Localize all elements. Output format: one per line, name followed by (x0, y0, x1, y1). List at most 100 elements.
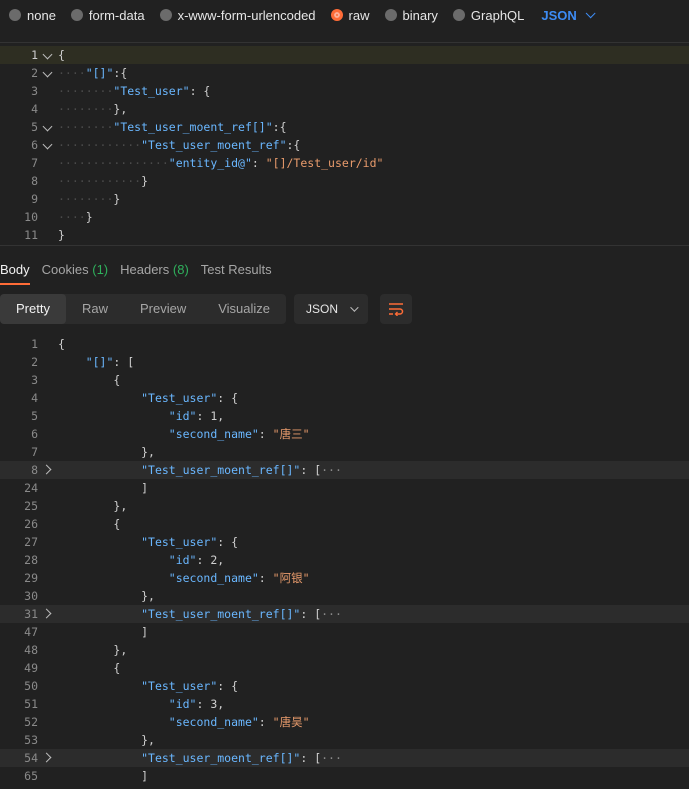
line-number: 29 (24, 571, 38, 585)
line-number: 5 (31, 120, 38, 134)
line-number: 51 (24, 697, 38, 711)
raw-language-dropdown[interactable]: JSON (541, 8, 596, 23)
code-line: 31 "Test_user_moent_ref[]": [··· (0, 605, 689, 623)
code-line: 4 ········}, (0, 100, 689, 118)
line-number: 28 (24, 553, 38, 567)
radio-binary[interactable]: binary (384, 7, 438, 23)
radio-label: x-www-form-urlencoded (177, 7, 316, 23)
code-line: 10 ····} (0, 208, 689, 226)
view-visualize-button[interactable]: Visualize (202, 294, 286, 324)
code-line: 49 { (0, 659, 689, 677)
code-text: "id": 3, (168, 697, 225, 711)
view-raw-button[interactable]: Raw (66, 294, 124, 324)
line-number: 25 (24, 499, 38, 513)
code-line: 7 }, (0, 443, 689, 461)
code-text: ········}, (58, 102, 128, 116)
line-number: 1 (31, 48, 38, 62)
code-text: { (113, 373, 121, 387)
fold-chevron-icon[interactable] (42, 121, 53, 132)
line-number: 30 (24, 589, 38, 603)
radio-icon (70, 9, 83, 21)
tab-headers[interactable]: Headers (8) (120, 256, 189, 286)
code-text: "second_name": "唐昊" (168, 715, 310, 729)
line-number: 6 (31, 427, 38, 441)
code-text: ] (141, 625, 149, 639)
tab-label: Cookies (41, 262, 89, 277)
line-number: 11 (24, 228, 38, 242)
response-body-viewer[interactable]: 1{2 "[]": [3 {4 "Test_user": {5 "id": 1,… (0, 335, 689, 789)
code-text: { (58, 48, 65, 62)
line-number: 7 (31, 156, 38, 170)
fold-chevron-icon[interactable] (42, 67, 53, 78)
code-text: "Test_user": { (141, 679, 239, 693)
request-body-editor[interactable]: 1{2 ····"[]":{3 ········"Test_user": {4 ···… (0, 42, 689, 246)
response-format-dropdown[interactable]: JSON (294, 294, 369, 324)
code-text: "Test_user_moent_ref[]": [··· (141, 463, 342, 477)
tab-count: (8) (172, 262, 189, 277)
code-line: 1{ (0, 335, 689, 353)
response-tabs: Body Cookies (1) Headers (8) Test Result… (0, 256, 284, 286)
code-line: 27 "Test_user": { (0, 533, 689, 551)
code-line: 48 }, (0, 641, 689, 659)
line-number: 8 (31, 174, 38, 188)
fold-chevron-icon[interactable] (42, 49, 53, 60)
code-text: { (58, 337, 65, 351)
code-line: 1{ (0, 46, 689, 64)
tab-body[interactable]: Body (0, 256, 30, 285)
code-text: ················"entity_id@": "[]/Test_u… (58, 156, 384, 170)
code-text: ····"[]":{ (58, 66, 128, 80)
line-number: 24 (24, 481, 38, 495)
line-number: 26 (24, 517, 38, 531)
line-number: 31 (24, 607, 38, 621)
radio-urlencoded[interactable]: x-www-form-urlencoded (159, 7, 316, 23)
line-number: 9 (31, 192, 38, 206)
code-line: 4 "Test_user": { (0, 389, 689, 407)
expand-chevron-icon[interactable] (41, 752, 52, 763)
radio-graphql[interactable]: GraphQL (452, 8, 524, 23)
code-text: "id": 1, (168, 409, 225, 423)
code-line: 54 "Test_user_moent_ref[]": [··· (0, 749, 689, 767)
line-number: 1 (31, 337, 38, 351)
code-text: }, (113, 643, 128, 657)
code-text: ············"Test_user_moent_ref":{ (58, 138, 301, 152)
code-line: 2 ····"[]":{ (0, 64, 689, 82)
code-line: 29 "second_name": "阿银" (0, 569, 689, 587)
line-number: 50 (24, 679, 38, 693)
body-type-bar: none form-data x-www-form-urlencoded raw… (0, 0, 689, 30)
view-preview-button[interactable]: Preview (124, 294, 202, 324)
code-text: } (58, 228, 65, 242)
radio-label: binary (402, 7, 438, 23)
fold-chevron-icon[interactable] (42, 139, 53, 150)
radio-none[interactable]: none (9, 8, 56, 23)
line-number: 5 (31, 409, 38, 423)
code-line: 11} (0, 226, 689, 244)
radio-icon (159, 9, 172, 21)
line-number: 6 (31, 138, 38, 152)
wrap-lines-button[interactable] (380, 294, 413, 324)
radio-label: none (27, 7, 56, 23)
code-line: 52 "second_name": "唐昊" (0, 713, 689, 731)
view-pretty-button[interactable]: Pretty (0, 294, 66, 324)
response-format-label: JSON (306, 302, 339, 316)
radio-form-data[interactable]: form-data (70, 7, 145, 23)
code-line: 8 ············} (0, 172, 689, 190)
expand-chevron-icon[interactable] (41, 608, 52, 619)
line-number: 4 (31, 391, 38, 405)
radio-raw[interactable]: raw (330, 8, 370, 23)
code-line: 6 ············"Test_user_moent_ref":{ (0, 136, 689, 154)
code-line: 5 ········"Test_user_moent_ref[]":{ (0, 118, 689, 136)
code-text: "second_name": "阿银" (168, 571, 310, 585)
code-text: }, (141, 589, 155, 603)
line-number: 52 (24, 715, 38, 729)
line-number: 3 (31, 84, 38, 98)
expand-chevron-icon[interactable] (41, 464, 52, 475)
code-line: 53 }, (0, 731, 689, 749)
tab-cookies[interactable]: Cookies (1) (42, 256, 108, 286)
code-line: 51 "id": 3, (0, 695, 689, 713)
radio-label: form-data (88, 7, 145, 23)
code-text: "Test_user_moent_ref[]": [··· (141, 607, 342, 621)
radio-icon (452, 9, 465, 21)
tab-test-results[interactable]: Test Results (201, 256, 272, 286)
code-line: 50 "Test_user": { (0, 677, 689, 695)
line-number: 7 (31, 445, 38, 459)
